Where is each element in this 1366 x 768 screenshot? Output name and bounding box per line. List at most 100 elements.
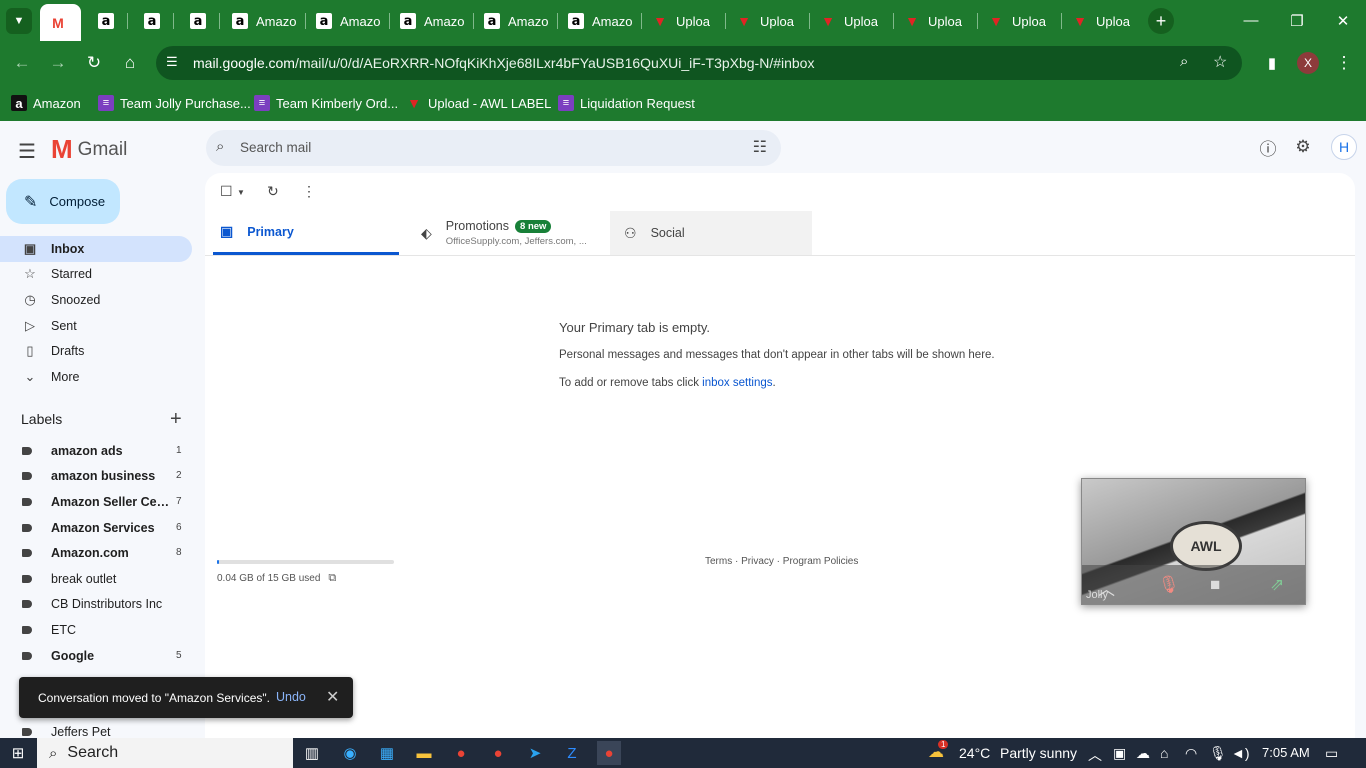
camera-icon[interactable]: ■	[1210, 575, 1220, 595]
back-arrow-icon[interactable]: ←	[8, 49, 36, 77]
sidebar-item-inbox[interactable]: ▣ Inbox	[0, 236, 192, 262]
label-item[interactable]: break outlet	[0, 566, 192, 591]
label-item[interactable]: amazon business 2	[0, 463, 192, 488]
chrome-profile-icon[interactable]: ●	[486, 741, 510, 765]
label-item[interactable]: CB Dinstributors Inc	[0, 591, 192, 616]
meet-pip-window[interactable]: AWL ︿ 🎙 ■ ⇗ Jolly	[1081, 478, 1306, 605]
weather-icon[interactable]: ☁ 1	[928, 740, 949, 762]
forward-arrow-icon[interactable]: →	[44, 49, 72, 77]
file-explorer-icon[interactable]: ▬	[412, 741, 436, 765]
label-item[interactable]: Jeffers Pet	[0, 719, 192, 738]
browser-tab[interactable]: a Amazo	[306, 6, 390, 36]
open-in-new-icon[interactable]: ⇗	[1270, 575, 1284, 595]
close-window-icon[interactable]: ✕	[1320, 0, 1366, 41]
settings-gear-icon[interactable]: ⚙	[1291, 135, 1315, 159]
sidebar-item-starred[interactable]: ☆ Starred	[0, 261, 192, 287]
browser-tab[interactable]: a Amazo	[222, 6, 306, 36]
sidebar-item-drafts[interactable]: ▯ Drafts	[0, 338, 192, 364]
clock-time[interactable]: 7:05 AM	[1262, 745, 1310, 760]
network-icon[interactable]: ⌂	[1160, 745, 1168, 761]
label-item[interactable]: ETC	[0, 617, 192, 642]
open-external-icon[interactable]: ⧉	[328, 572, 336, 585]
sidebar-item-snoozed[interactable]: ◷ Snoozed	[0, 287, 192, 313]
browser-tab[interactable]: a	[180, 6, 220, 36]
address-bar[interactable]: ☰ mail.google.com/mail/u/0/d/AEoRXRR-NOf…	[156, 46, 1242, 80]
kebab-menu-icon[interactable]: ⋮	[1330, 49, 1358, 77]
tab-promotions[interactable]: ⬖ Promotions 8 new OfficeSupply.com, Jef…	[419, 211, 609, 255]
label-item[interactable]: Amazon.com 8	[0, 540, 192, 565]
undo-button[interactable]: Undo	[276, 690, 306, 704]
label-item[interactable]: Amazon Services 6	[0, 515, 192, 540]
bookmark-star-icon[interactable]: ☆	[1213, 52, 1227, 72]
reload-icon[interactable]: ↻	[80, 49, 108, 77]
select-all-checkbox[interactable]: ☐	[220, 183, 233, 200]
restore-icon[interactable]: ❐	[1274, 0, 1320, 41]
windows-start-icon[interactable]: ⊞	[6, 741, 30, 765]
inbox-settings-link[interactable]: inbox settings	[702, 377, 772, 389]
bookmark-amazon[interactable]: a Amazon	[11, 92, 81, 114]
store-icon[interactable]: ▦	[375, 741, 399, 765]
wifi-icon[interactable]: ◠	[1185, 745, 1197, 762]
mic-muted-icon[interactable]: 🎙	[1158, 575, 1180, 595]
search-input[interactable]: Search mail	[240, 140, 311, 155]
label-item[interactable]: Amazon Seller Cen... 7	[0, 489, 192, 514]
footer-links[interactable]: Terms · Privacy · Program Policies	[705, 556, 858, 567]
bookmark-upload-awl[interactable]: ▼ Upload - AWL LABEL	[406, 92, 551, 114]
browser-tab[interactable]: ▼ Uploa	[642, 6, 726, 36]
browser-tab[interactable]: a	[88, 6, 128, 36]
meet-tray-icon[interactable]: ▣	[1113, 745, 1126, 762]
refresh-icon[interactable]: ↻	[267, 183, 279, 200]
bookmark-team-kimberly[interactable]: ≡ Team Kimberly Ord...	[254, 92, 398, 114]
side-panel-icon[interactable]: ▮	[1258, 49, 1286, 77]
create-label-icon[interactable]: +	[170, 408, 182, 431]
tab-primary[interactable]: ▣ Primary	[213, 211, 399, 255]
bookmark-team-jolly[interactable]: ≡ Team Jolly Purchase...	[98, 92, 251, 114]
close-icon[interactable]: ✕	[326, 687, 339, 707]
task-view-icon[interactable]: ▥	[300, 741, 324, 765]
volume-icon[interactable]: ◄)	[1231, 745, 1250, 761]
browser-tab[interactable]: ▼ Uploa	[810, 6, 894, 36]
label-item[interactable]: Google 5	[0, 643, 192, 668]
browser-tab[interactable]: a Amazo	[558, 6, 642, 36]
compose-button[interactable]: ✎ Compose	[6, 179, 120, 224]
onedrive-icon[interactable]: ☁	[1136, 745, 1150, 762]
profile-avatar[interactable]: X	[1297, 52, 1319, 74]
bookmark-liquidation[interactable]: ≡ Liquidation Request	[558, 92, 695, 114]
main-menu-icon[interactable]: ☰	[18, 139, 36, 164]
more-options-icon[interactable]: ⋮	[302, 183, 316, 200]
tab-social[interactable]: ⚇ Social	[610, 211, 812, 255]
browser-tab-gmail[interactable]: M	[40, 4, 81, 41]
browser-tab[interactable]: ▼ Uploa	[1062, 6, 1146, 36]
new-tab-button[interactable]: +	[1148, 8, 1174, 34]
telegram-icon[interactable]: ➤	[523, 741, 547, 765]
chrome-icon[interactable]: ●	[449, 741, 473, 765]
taskbar-search[interactable]: ⌕ Search	[37, 738, 293, 768]
microphone-icon[interactable]: 🎙	[1209, 745, 1227, 762]
chrome-active-icon[interactable]: ●	[597, 741, 621, 765]
chevron-up-icon[interactable]: ︿	[1088, 745, 1102, 765]
gmail-logo[interactable]: M Gmail	[51, 134, 127, 165]
site-info-icon[interactable]: ☰	[166, 54, 178, 70]
home-icon[interactable]: ⌂	[116, 49, 144, 77]
browser-tab[interactable]: a Amazo	[390, 6, 474, 36]
browser-tab[interactable]: ▼ Uploa	[894, 6, 978, 36]
label-item[interactable]: amazon ads 1	[0, 438, 192, 463]
search-options-icon[interactable]: ☷	[753, 137, 767, 157]
tab-search-dropdown-button[interactable]: ▼	[6, 8, 32, 34]
notification-icon[interactable]: ▭	[1325, 745, 1338, 762]
sidebar-item-more[interactable]: ⌄ More	[0, 364, 192, 390]
zoom-app-icon[interactable]: Z	[560, 741, 584, 765]
search-bar[interactable]: ⌕ Search mail ☷	[206, 130, 781, 166]
browser-tab[interactable]: ▼ Uploa	[978, 6, 1062, 36]
account-avatar[interactable]: H	[1331, 134, 1357, 160]
search-icon[interactable]: ⌕	[216, 138, 224, 155]
help-icon[interactable]: ⓘ	[1256, 135, 1280, 159]
zoom-icon[interactable]: ⌕	[1180, 53, 1188, 70]
select-dropdown-icon[interactable]: ▼	[237, 188, 245, 197]
edge-icon[interactable]: ◉	[338, 741, 362, 765]
browser-tab[interactable]: a	[134, 6, 174, 36]
browser-tab[interactable]: a Amazo	[474, 6, 558, 36]
browser-tab[interactable]: ▼ Uploa	[726, 6, 810, 36]
sidebar-item-sent[interactable]: ▷ Sent	[0, 313, 192, 339]
minimize-icon[interactable]: —	[1228, 0, 1274, 41]
